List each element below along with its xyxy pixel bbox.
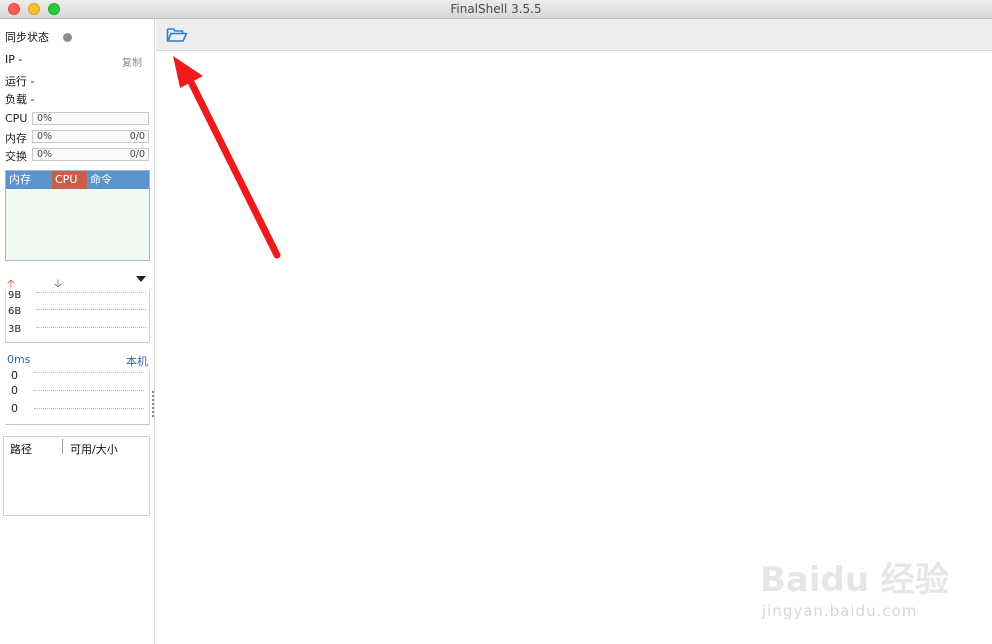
- process-tabs: 内存 CPU 命令: [6, 171, 149, 189]
- network-y-label: 3B: [8, 324, 22, 335]
- watermark-url: jingyan.baidu.com: [762, 602, 918, 620]
- process-panel: 内存 CPU 命令: [5, 170, 150, 261]
- grid-line: [34, 408, 144, 409]
- title-bar: FinalShell 3.5.5: [0, 0, 992, 19]
- cpu-percent: 0%: [37, 113, 53, 124]
- memory-value: 0/0: [129, 131, 145, 142]
- memory-percent: 0%: [37, 131, 53, 142]
- network-chart: [5, 291, 150, 343]
- memory-meter: 0% 0/0: [32, 130, 149, 143]
- cpu-meter: 0%: [32, 112, 149, 125]
- ping-value: 0: [11, 384, 18, 397]
- grid-line: [36, 327, 146, 328]
- network-y-label: 9B: [8, 290, 22, 301]
- tab-memory[interactable]: 内存: [6, 171, 52, 189]
- ping-host-selector[interactable]: 本机: [126, 353, 148, 369]
- disk-column-size[interactable]: 可用/大小: [70, 441, 118, 457]
- window-title: FinalShell 3.5.5: [450, 2, 542, 16]
- disk-table: 路径 可用/大小: [3, 436, 150, 516]
- grid-line: [36, 292, 146, 293]
- uptime-label: 运行 -: [5, 75, 35, 88]
- network-y-label: 6B: [8, 306, 22, 317]
- copy-ip-button[interactable]: 复制: [122, 54, 142, 69]
- grid-line: [34, 372, 144, 373]
- disk-column-path[interactable]: 路径: [10, 441, 32, 457]
- ping-value: 0: [11, 402, 18, 415]
- swap-value: 0/0: [129, 149, 145, 160]
- tab-cpu[interactable]: CPU: [52, 171, 87, 189]
- load-label: 负载 -: [5, 93, 35, 106]
- memory-label: 内存: [5, 132, 27, 145]
- sync-status-dot-icon: [63, 33, 72, 42]
- sync-status-label: 同步状态: [5, 31, 49, 44]
- ping-latency: 0ms: [7, 353, 31, 366]
- sidebar-resize-handle[interactable]: [152, 391, 154, 417]
- cpu-label: CPU: [5, 112, 28, 125]
- ip-label: IP -: [5, 53, 23, 66]
- ping-chart: [5, 371, 150, 425]
- grid-line: [36, 309, 146, 310]
- swap-label: 交换: [5, 150, 27, 163]
- swap-percent: 0%: [37, 149, 53, 160]
- grid-line: [34, 390, 144, 391]
- ping-value: 0: [11, 369, 18, 382]
- swap-meter: 0% 0/0: [32, 148, 149, 161]
- main-toolbar: [156, 19, 992, 51]
- column-divider: [62, 439, 63, 454]
- sidebar: 同步状态 IP - 复制 运行 - 负载 - CPU 0% 内存 0% 0/0 …: [0, 19, 155, 644]
- folder-open-icon[interactable]: [166, 26, 188, 44]
- network-interface-dropdown-icon[interactable]: [136, 276, 146, 282]
- tab-command[interactable]: 命令: [87, 171, 115, 189]
- watermark-brand: Baidu 经验: [760, 560, 949, 600]
